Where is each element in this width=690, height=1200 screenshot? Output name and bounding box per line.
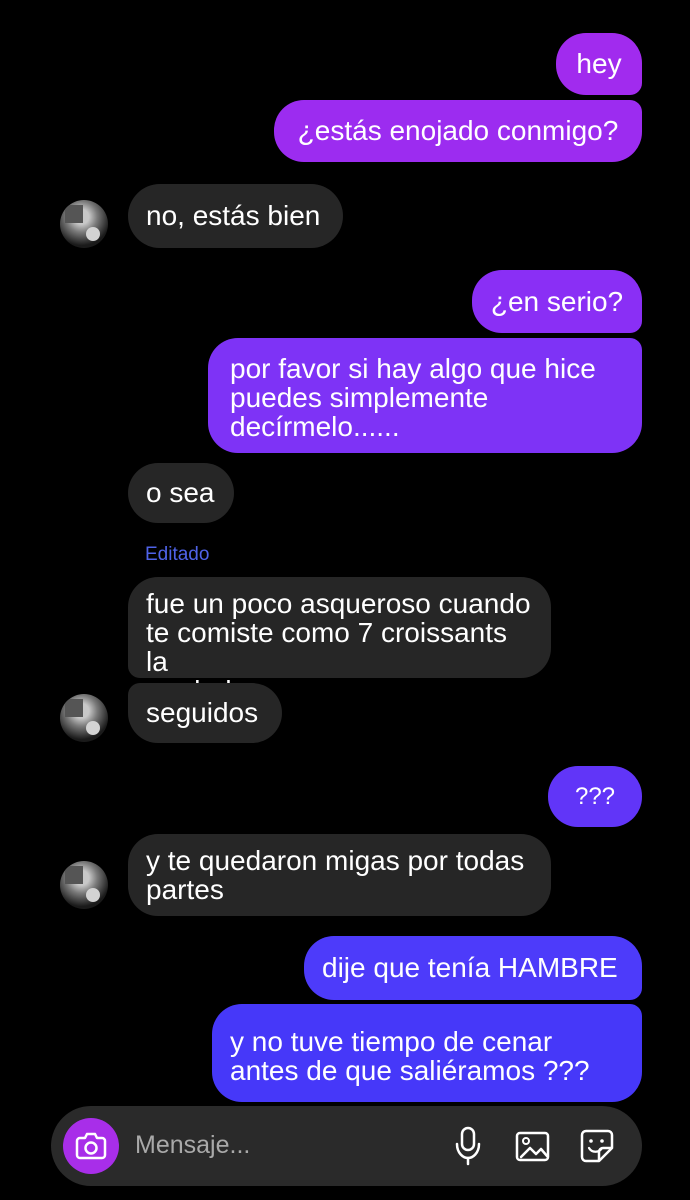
sticker-button[interactable] xyxy=(576,1125,618,1167)
outgoing-message[interactable]: hey xyxy=(556,33,642,95)
outgoing-message[interactable]: ??? xyxy=(548,766,642,827)
outgoing-message[interactable]: por favor si hay algo que hice puedes si… xyxy=(208,338,642,453)
microphone-button[interactable] xyxy=(447,1125,489,1167)
microphone-icon xyxy=(455,1126,481,1166)
incoming-message[interactable]: seguidos xyxy=(128,683,282,743)
message-composer: Mensaje... xyxy=(51,1106,642,1186)
outgoing-message[interactable]: y no tuve tiempo de cenar antes de que s… xyxy=(212,1004,642,1102)
outgoing-message[interactable]: ¿estás enojado conmigo? xyxy=(274,100,642,162)
contact-avatar[interactable] xyxy=(60,200,108,248)
outgoing-message[interactable]: ¿en serio? xyxy=(472,270,642,333)
incoming-message[interactable]: y te quedaron migas por todas partes xyxy=(128,834,551,916)
edited-label: Editado xyxy=(145,544,210,565)
incoming-message[interactable]: no, estás bien xyxy=(128,184,343,248)
message-input[interactable]: Mensaje... xyxy=(135,1130,250,1160)
contact-avatar[interactable] xyxy=(60,861,108,909)
sticker-icon xyxy=(580,1129,614,1163)
outgoing-message[interactable]: dije que tenía HAMBRE xyxy=(304,936,642,1000)
contact-avatar[interactable] xyxy=(60,694,108,742)
camera-icon xyxy=(75,1132,107,1160)
gallery-icon xyxy=(515,1131,550,1162)
incoming-message[interactable]: fue un poco asqueroso cuando te comiste … xyxy=(128,577,551,705)
incoming-message[interactable]: o sea xyxy=(128,463,234,523)
camera-button[interactable] xyxy=(63,1118,119,1174)
gallery-button[interactable] xyxy=(512,1125,554,1167)
